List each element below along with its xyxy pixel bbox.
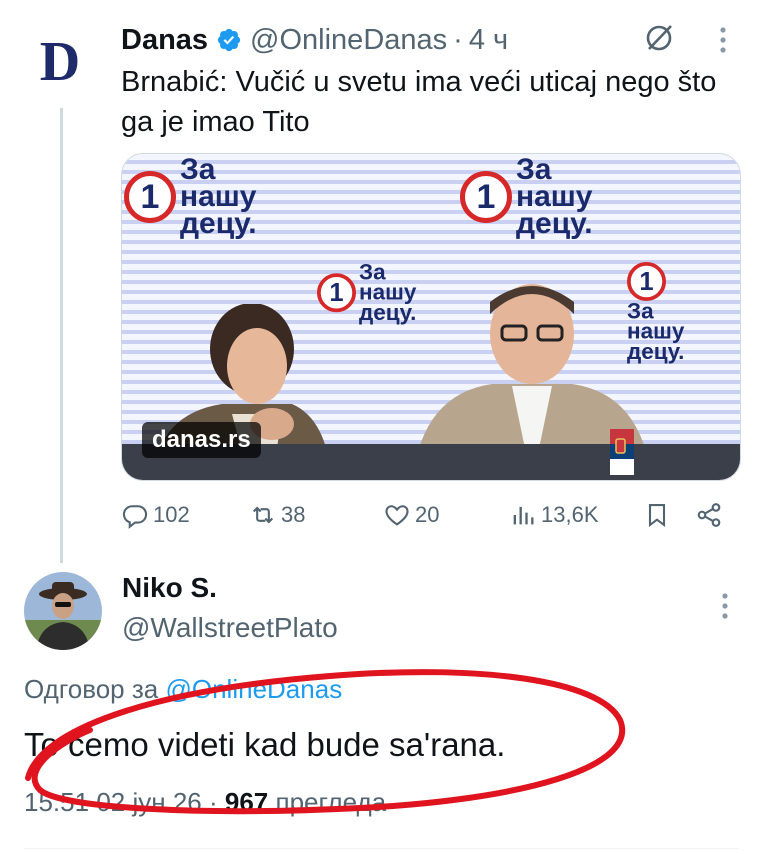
verified-badge-icon [217, 28, 241, 52]
share-button[interactable] [695, 495, 727, 535]
tweet-text: Brnabić: Vučić u svetu ima veći uticaj n… [121, 66, 717, 138]
niko-avatar[interactable] [24, 572, 102, 650]
tweet-time[interactable]: 4 ч [469, 24, 508, 57]
serbian-flag-icon [610, 429, 634, 475]
separator-dot: · [453, 23, 463, 56]
avatar-letter: D [39, 31, 81, 93]
repost-button[interactable]: 38 [249, 495, 305, 535]
reply-count: 102 [153, 502, 190, 527]
reply-icon [122, 505, 148, 529]
tweet-media-image[interactable]: 1За нашу децу. 1За нашу децу. 1За нашу децу. 1… [121, 153, 741, 481]
reply-views-count: 967 [224, 787, 269, 817]
thread-connector-line [60, 108, 63, 563]
reply-metadata: 15:51 02 јун 26 · 967 прегледа [24, 787, 386, 818]
reply-more-options-icon[interactable] [721, 592, 729, 620]
avatar-photo [24, 572, 102, 650]
like-button[interactable]: 20 [383, 495, 439, 535]
poster-logo: 1За нашу децу. [124, 155, 257, 239]
analytics-icon [513, 506, 534, 525]
replying-to-handle-link[interactable]: @OnlineDanas [165, 674, 342, 704]
like-count: 20 [415, 502, 440, 527]
share-icon [697, 503, 721, 527]
reply-text: To ćemo videti kad bude sa'rana. [24, 726, 506, 763]
heart-icon [385, 505, 409, 526]
reply-date[interactable]: 02 јун 26 [96, 787, 201, 817]
bookmark-button[interactable] [643, 495, 675, 535]
views-button[interactable]: 13,6K [509, 495, 599, 535]
replying-to-label: Одговор за [24, 674, 159, 704]
repost-icon [252, 506, 274, 524]
reply-views-label: прегледа [275, 787, 387, 817]
views-count: 13,6K [541, 502, 599, 527]
reply-button[interactable]: 102 [121, 495, 190, 535]
reply-author-name[interactable]: Niko S. [122, 572, 217, 604]
author-handle[interactable]: @OnlineDanas [250, 24, 447, 57]
reply-time[interactable]: 15:51 [24, 787, 89, 817]
author-name[interactable]: Danas [121, 24, 208, 57]
parent-tweet-header: Danas @OnlineDanas · 4 ч [121, 18, 733, 62]
grok-icon[interactable] [643, 22, 675, 54]
reply-author-handle[interactable]: @WallstreetPlato [122, 612, 338, 644]
media-source-badge: danas.rs [142, 422, 261, 458]
danas-avatar[interactable]: D [20, 22, 100, 102]
tweet-action-bar: 102 38 20 13,6K [121, 495, 741, 535]
bottom-divider [24, 848, 739, 849]
bookmark-icon [648, 504, 666, 528]
repost-count: 38 [281, 502, 306, 527]
poster-logo: 1За нашу децу. [460, 155, 593, 239]
meta-separator: · [208, 787, 218, 817]
replying-to-line: Одговор за @OnlineDanas [24, 674, 342, 705]
more-options-icon[interactable] [719, 26, 727, 54]
